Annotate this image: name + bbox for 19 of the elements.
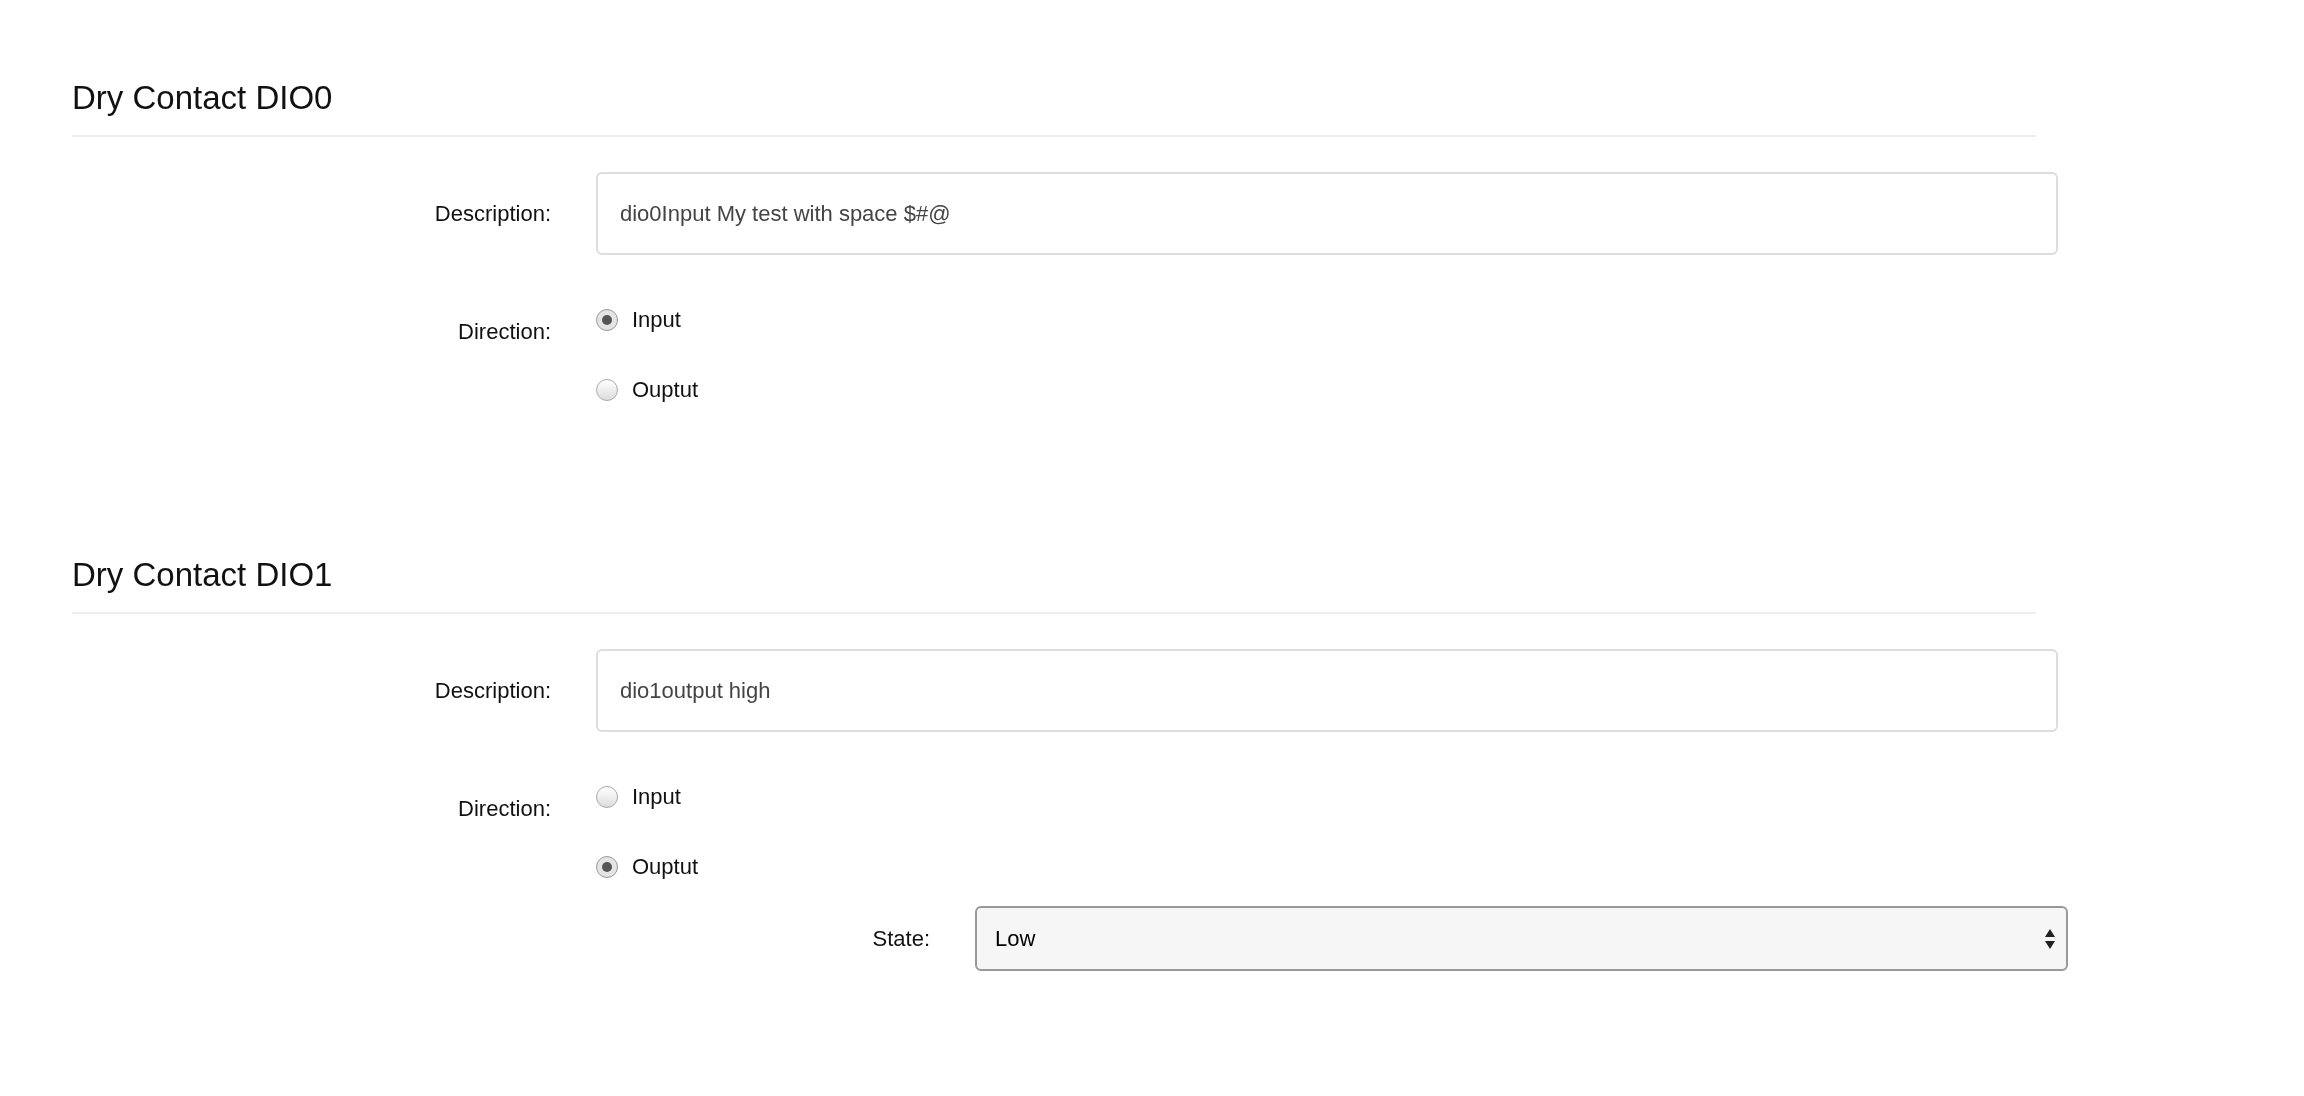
field-label: Direction: — [457, 795, 551, 823]
radio-button[interactable] — [596, 379, 618, 401]
radio-label[interactable]: Input — [632, 784, 681, 810]
radio-button[interactable] — [596, 856, 618, 878]
radio-button[interactable] — [596, 309, 618, 331]
field-label: Direction: — [457, 318, 551, 346]
radio-label[interactable]: Ouptut — [632, 854, 699, 880]
section-title: Dry Contact DIO1 — [72, 555, 334, 595]
radio-button[interactable] — [596, 786, 618, 808]
field-label: State: — [871, 925, 930, 952]
field-label: Description: — [433, 200, 551, 227]
section-title: Dry Contact DIO0 — [72, 78, 334, 118]
field-label: Description: — [433, 677, 551, 704]
updown-arrows-icon — [2044, 927, 2056, 950]
radio-label[interactable]: Ouptut — [632, 377, 699, 403]
description-field[interactable]: dio1output high — [596, 649, 2058, 732]
state-dropdown[interactable]: Low — [975, 906, 2068, 971]
radio-label[interactable]: Input — [632, 307, 681, 333]
description-field[interactable]: dio0Input My test with space $#@ — [596, 172, 2058, 255]
